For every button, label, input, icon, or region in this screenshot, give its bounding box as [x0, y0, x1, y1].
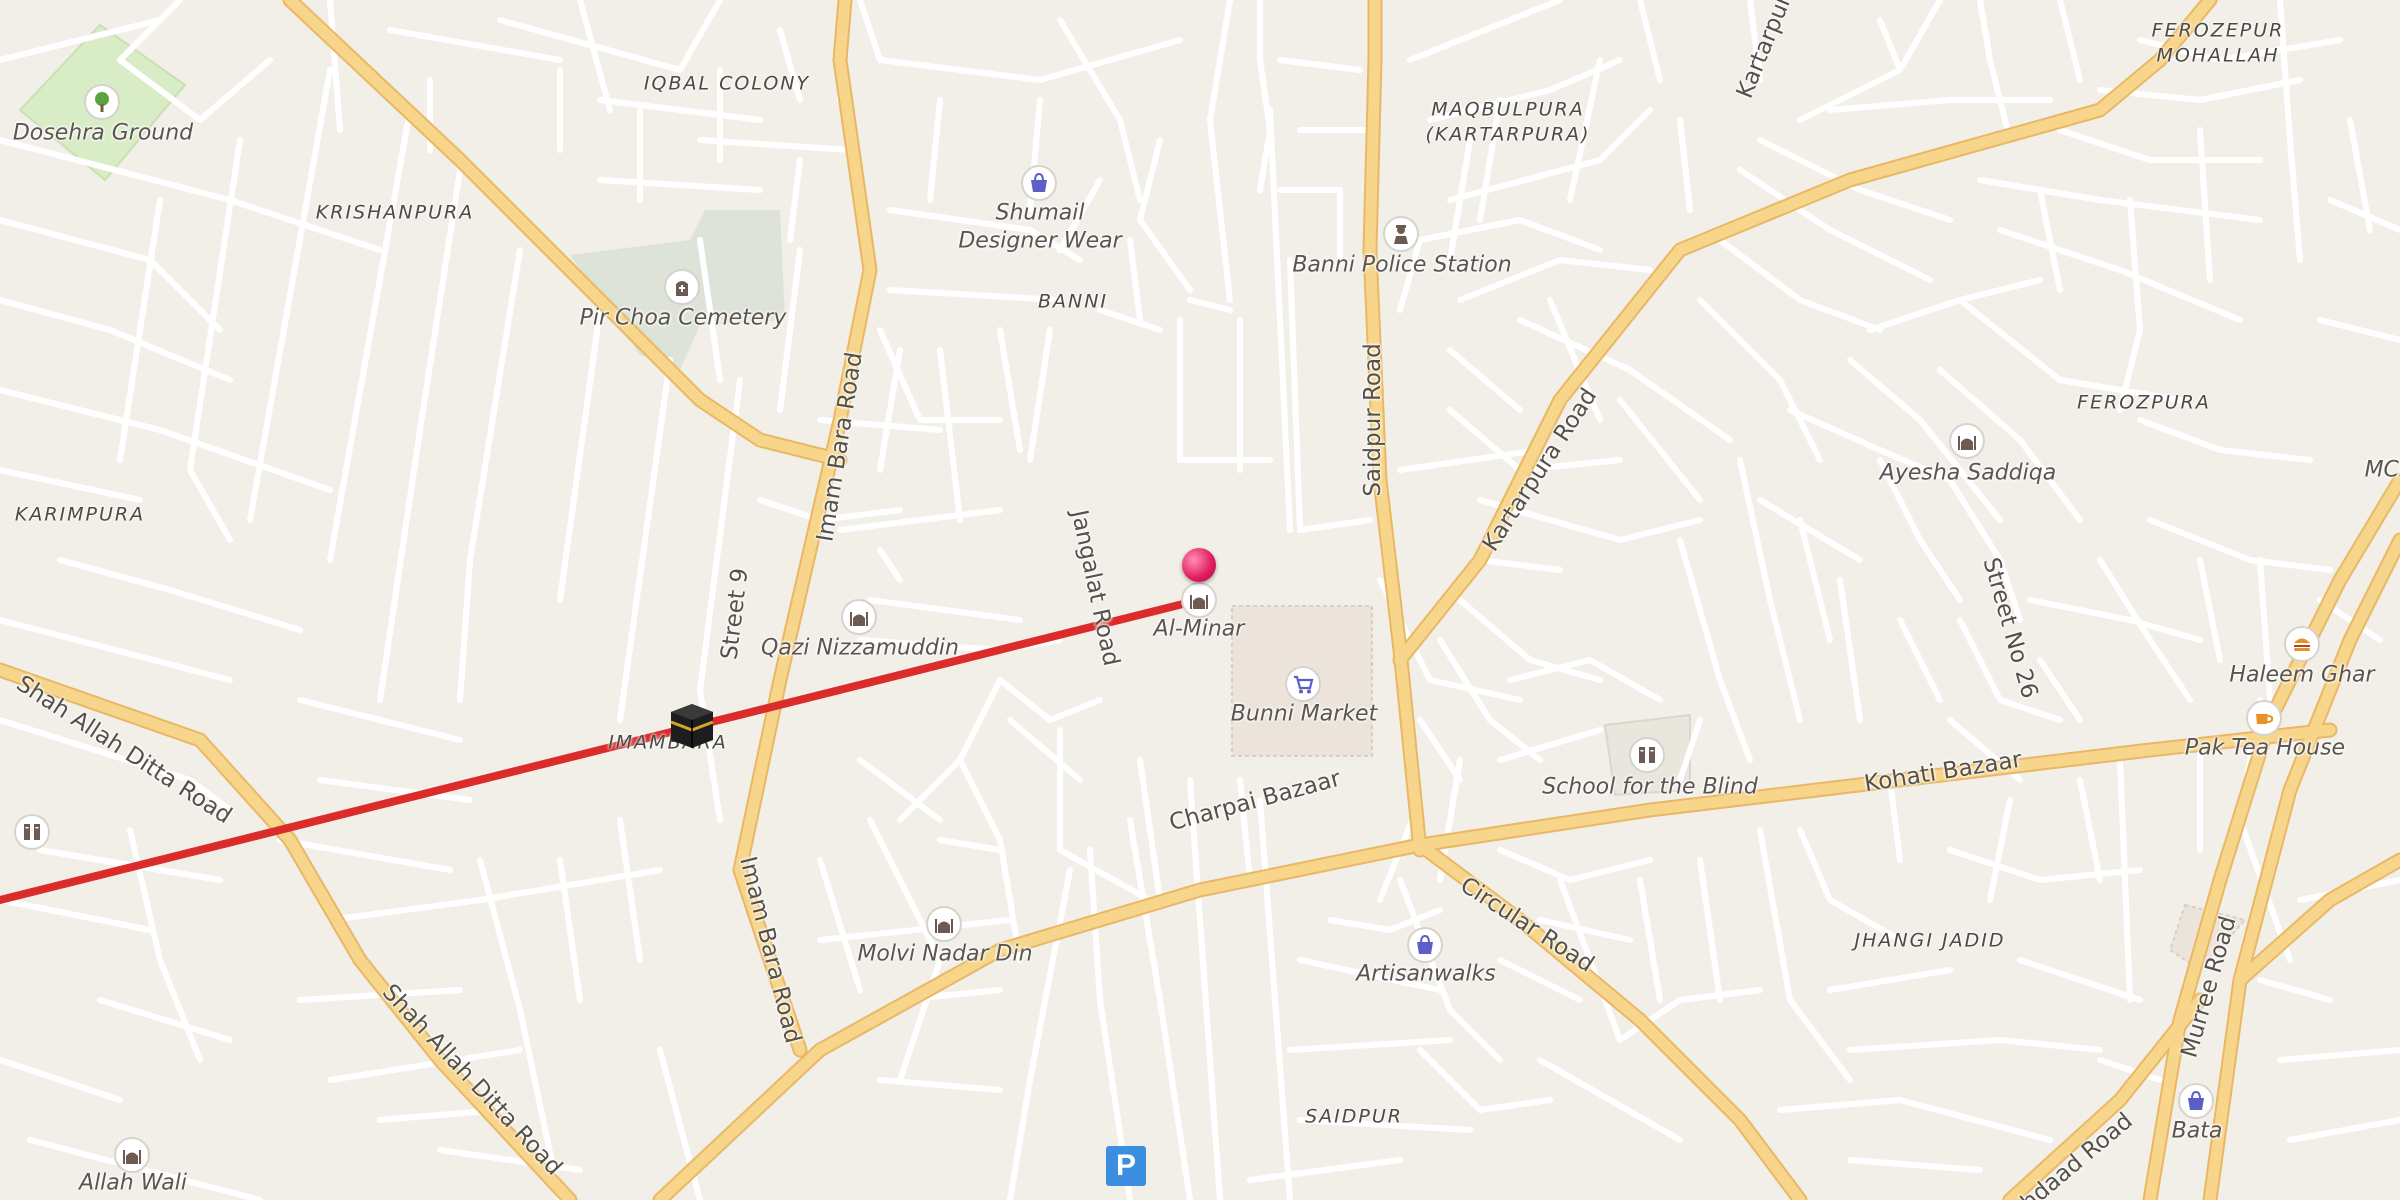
cemetery-icon[interactable] — [664, 269, 700, 305]
mosque-icon[interactable] — [841, 599, 877, 635]
shopping-bag-icon[interactable] — [1021, 165, 1057, 201]
location-pin-icon[interactable] — [1182, 548, 1216, 582]
shopping-cart-icon[interactable] — [1285, 666, 1321, 702]
kaaba-icon[interactable] — [667, 700, 717, 750]
shopping-bag-icon[interactable] — [1407, 927, 1443, 963]
qibla-direction-line — [0, 596, 1203, 904]
tree-icon[interactable] — [84, 84, 120, 120]
shopping-bag-icon[interactable] — [2178, 1083, 2214, 1119]
school-icon[interactable] — [1629, 737, 1665, 773]
burger-icon[interactable] — [2284, 626, 2320, 662]
parking-icon[interactable]: P — [1106, 1146, 1146, 1186]
map-canvas[interactable]: IQBAL COLONY KRISHANPURA KARIMPURA BANNI… — [0, 0, 2400, 1200]
mosque-icon[interactable] — [114, 1137, 150, 1173]
school-icon[interactable] — [14, 814, 50, 850]
mosque-icon[interactable] — [1949, 423, 1985, 459]
mosque-icon[interactable] — [1181, 582, 1217, 618]
mosque-icon[interactable] — [926, 906, 962, 942]
police-icon[interactable] — [1383, 216, 1419, 252]
cafe-icon[interactable] — [2246, 700, 2282, 736]
